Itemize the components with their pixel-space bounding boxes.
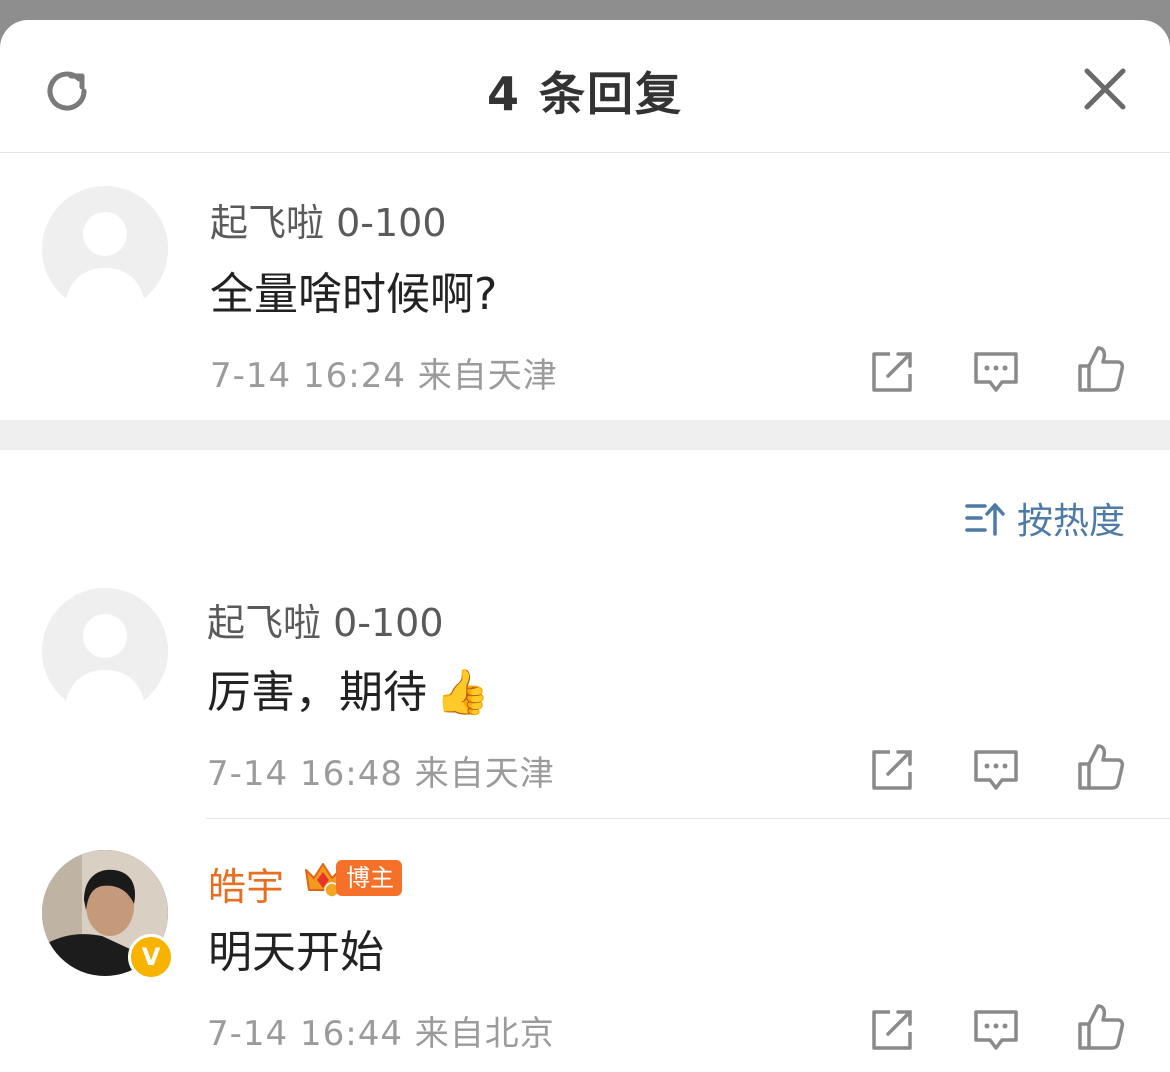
comment-meta: 7-14 16:44 来自北京 [207, 1006, 555, 1055]
thumbs-up-icon [1078, 1004, 1125, 1050]
comment-text-body: 厉害，期待 [207, 667, 427, 718]
thumbs-up-emoji: 👍 [435, 667, 490, 718]
username[interactable]: 起飞啦 0-100 [207, 592, 444, 647]
share-button[interactable] [868, 746, 916, 794]
comment-text: 明天开始 [208, 927, 384, 978]
close-button[interactable] [1080, 64, 1130, 114]
share-button[interactable] [868, 348, 916, 396]
sheet-header: 4 条回复 [0, 20, 1170, 153]
default-avatar-icon [42, 588, 168, 714]
like-button[interactable] [1076, 1002, 1125, 1050]
blogger-tag: 博主 [336, 860, 402, 896]
reply-button[interactable] [972, 348, 1020, 396]
like-button[interactable] [1076, 344, 1125, 392]
blogger-badge: 博主 [302, 858, 402, 898]
verified-icon: V [141, 943, 161, 971]
thumbs-up-icon [1078, 346, 1125, 392]
reply-button[interactable] [972, 746, 1020, 794]
section-divider [0, 420, 1170, 450]
comment-meta: 7-14 16:48 来自天津 [207, 746, 555, 795]
reply-separator [206, 818, 1170, 819]
share-icon [872, 1010, 912, 1050]
avatar[interactable] [42, 186, 168, 312]
thumbs-up-icon [1078, 744, 1125, 790]
comment-location: 来自天津 [417, 356, 558, 396]
page-title: 4 条回复 [486, 67, 684, 121]
comment-icon [974, 750, 1018, 790]
comment-location: 来自北京 [414, 1014, 555, 1054]
comment-meta: 7-14 16:24 来自天津 [210, 348, 558, 397]
username[interactable]: 皓宇 [208, 856, 284, 911]
replies-sheet: 4 条回复 起飞啦 0-100 全量啥时候啊? 7-14 16:24 来自天津 [0, 20, 1170, 1072]
like-button[interactable] [1076, 742, 1125, 790]
sort-by-hot-button[interactable]: 按热度 [965, 492, 1125, 544]
default-avatar-icon [42, 186, 168, 312]
comment-text: 厉害，期待 👍 [207, 656, 490, 720]
comment-time: 7-14 16:44 [207, 1014, 403, 1054]
share-icon [872, 352, 912, 392]
comment-time: 7-14 16:24 [210, 356, 406, 396]
comment-location: 来自天津 [414, 754, 555, 794]
comment-icon [974, 1010, 1018, 1050]
verified-badge: V [128, 934, 174, 980]
reply-button[interactable] [972, 1006, 1020, 1054]
username[interactable]: 起飞啦 0-100 [210, 192, 447, 247]
comment-icon [974, 352, 1018, 392]
sort-label: 按热度 [1016, 501, 1125, 542]
sort-icon [965, 503, 1005, 536]
comment-text: 全量啥时候啊? [210, 269, 498, 320]
share-icon [872, 750, 912, 790]
close-icon [1084, 68, 1126, 110]
comment-time: 7-14 16:48 [207, 754, 403, 794]
avatar[interactable] [42, 588, 168, 714]
share-button[interactable] [868, 1006, 916, 1054]
